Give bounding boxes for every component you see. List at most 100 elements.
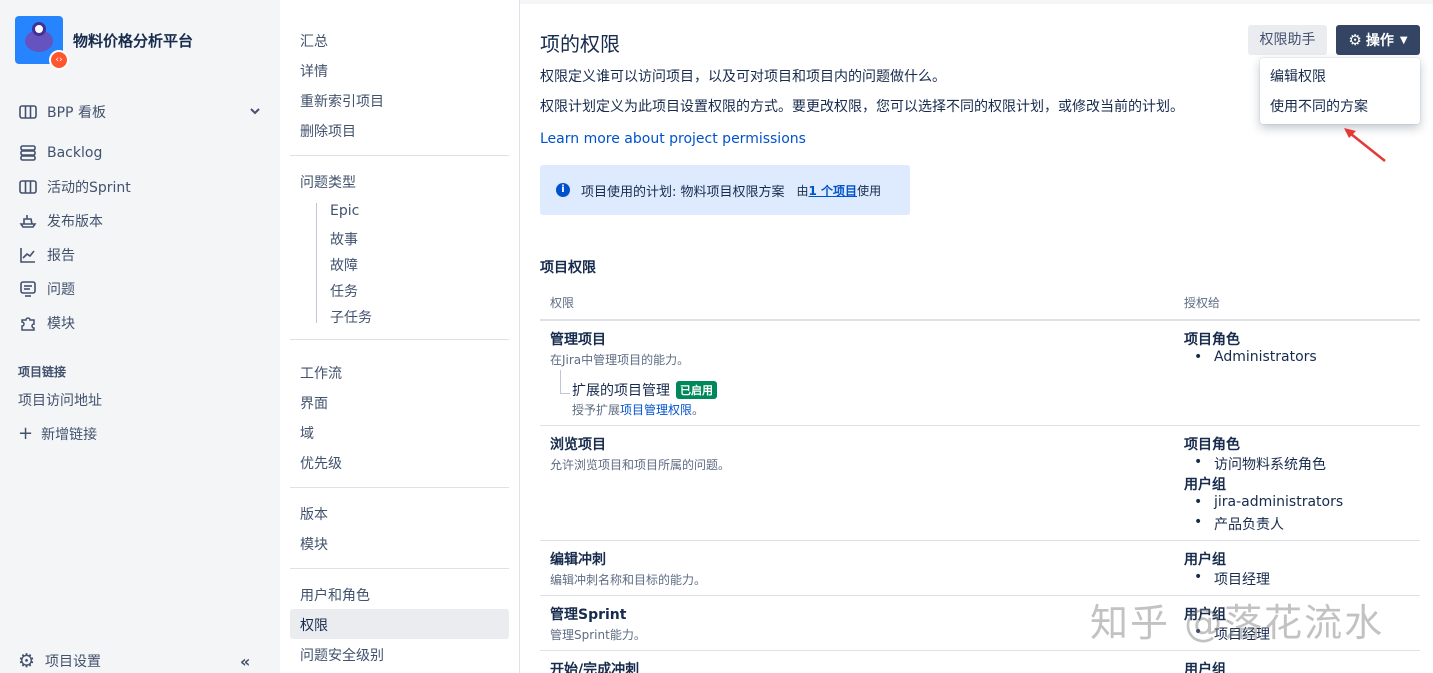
add-link-button[interactable]: + 新增链接: [18, 424, 97, 444]
column-header-granted-to: 授权给: [1184, 296, 1221, 310]
sidebar-item-backlog[interactable]: Backlog: [18, 143, 102, 163]
puzzle-icon: [18, 313, 38, 333]
subnav-item-screens[interactable]: 界面: [300, 393, 328, 413]
gear-icon: ⚙: [1348, 31, 1362, 49]
ship-icon: [18, 211, 38, 231]
info-icon: i: [556, 183, 570, 197]
used-by-prefix: 由: [796, 183, 809, 198]
chart-icon: [18, 245, 38, 265]
extended-admin-label: 扩展的项目管理: [572, 383, 670, 399]
settings-label: 项目设置: [45, 654, 102, 670]
subnav-item-issue-types[interactable]: 问题类型: [300, 172, 356, 192]
grant-item: jira-administrators: [1194, 494, 1343, 510]
actions-button[interactable]: ⚙ 操作 ▼: [1336, 25, 1420, 55]
board-switcher[interactable]: BPP 看板: [18, 102, 106, 122]
chevron-down-icon[interactable]: [248, 104, 262, 118]
menu-item-use-different-scheme[interactable]: 使用不同的方案: [1270, 96, 1368, 116]
grant-type: 项目角色: [1184, 437, 1240, 453]
extended-admin-desc: 授予扩展项目管理权限。: [572, 401, 704, 418]
project-avatar: ‹›: [15, 16, 69, 70]
used-by-text: 由1 个项目使用: [797, 182, 882, 199]
subnav-item-epic[interactable]: Epic: [330, 203, 359, 219]
actions-label: 操作: [1365, 33, 1394, 49]
divider: [290, 487, 509, 488]
gear-icon: ⚙: [18, 650, 36, 672]
grant-type: 用户组: [1184, 477, 1226, 493]
project-settings-link[interactable]: ⚙ 项目设置: [18, 650, 101, 672]
subnav-item-task[interactable]: 任务: [330, 281, 358, 301]
learn-more-link[interactable]: Learn more about project permissions: [540, 131, 806, 147]
project-permissions-heading: 项目权限: [540, 260, 596, 276]
sidebar-item-label: 问题: [47, 282, 75, 298]
eye-icon: [32, 22, 46, 36]
chevron-down-icon: ▼: [1399, 34, 1408, 46]
sidebar-item-label: 发布版本: [47, 214, 103, 230]
settings-subnav: 汇总 详情 重新索引项目 删除项目 问题类型 Epic 故事 故障 任务 子任务…: [280, 0, 520, 673]
collapse-sidebar-icon[interactable]: «: [240, 652, 250, 671]
backlog-icon: [18, 143, 38, 163]
subnav-item-issue-security[interactable]: 问题安全级别: [300, 645, 384, 665]
sidebar-item-label: Backlog: [47, 145, 103, 161]
subnav-item-details[interactable]: 详情: [300, 61, 328, 81]
row-divider: [540, 540, 1420, 541]
permission-name: 编辑冲刺: [550, 552, 606, 568]
subnav-item-subtask[interactable]: 子任务: [330, 307, 372, 327]
permission-name: 管理Sprint: [550, 607, 627, 623]
subnav-item-summary[interactable]: 汇总: [300, 31, 328, 51]
plus-icon: +: [18, 423, 34, 444]
board-icon: [18, 102, 38, 122]
tree-branch: [560, 370, 570, 394]
permission-name: 管理项目: [550, 332, 606, 348]
project-count-link[interactable]: 1 个项目: [809, 184, 858, 198]
subnav-item-bug[interactable]: 故障: [330, 255, 358, 275]
status-badge: 已启用: [676, 381, 717, 399]
subnav-item-story[interactable]: 故事: [330, 229, 358, 249]
subnav-item-users-roles[interactable]: 用户和角色: [300, 585, 370, 605]
add-link-label: 新增链接: [41, 427, 98, 443]
divider: [290, 568, 509, 569]
sidebar-item-label: 报告: [47, 248, 75, 264]
board-label: BPP 看板: [47, 105, 106, 121]
sidebar-item-active-sprint[interactable]: 活动的Sprint: [18, 177, 131, 197]
subnav-item-components[interactable]: 模块: [300, 534, 328, 554]
subnav-item-permissions[interactable]: 权限: [300, 615, 328, 635]
project-admin-permission-link[interactable]: 项目管理权限: [620, 403, 692, 417]
extended-admin: 扩展的项目管理 已启用: [572, 380, 717, 400]
subnav-item-delete[interactable]: 删除项目: [300, 121, 356, 141]
subnav-item-fields[interactable]: 域: [300, 423, 314, 443]
description-1: 权限定义谁可以访问项目，以及可对项目和项目内的问题做什么。: [540, 69, 946, 85]
grant-item: 产品负责人: [1194, 514, 1284, 534]
grant-type: 用户组: [1184, 662, 1226, 673]
actions-dropdown: 编辑权限 使用不同的方案: [1260, 58, 1420, 124]
sidebar-item-issues[interactable]: 问题: [18, 279, 75, 299]
subnav-item-reindex[interactable]: 重新索引项目: [300, 91, 384, 111]
grant-item: 访问物料系统角色: [1194, 454, 1326, 474]
scheme-text: 项目使用的计划: 物料项目权限方案: [581, 184, 785, 200]
ext-desc-prefix: 授予扩展: [572, 403, 621, 417]
grant-type: 项目角色: [1184, 332, 1240, 348]
sprint-board-icon: [18, 177, 38, 197]
page-title: 项的权限: [540, 32, 620, 56]
project-sidebar: ‹› 物料价格分析平台 BPP 看板 Backlog 活动的Sprint 发布版…: [0, 0, 280, 673]
permission-name: 浏览项目: [550, 437, 606, 453]
sidebar-item-reports[interactable]: 报告: [18, 245, 75, 265]
sidebar-item-components[interactable]: 模块: [18, 313, 75, 333]
description-2: 权限计划定义为此项目设置权限的方式。要更改权限，您可以选择不同的权限计划，或修改…: [540, 99, 1184, 115]
subnav-item-versions[interactable]: 版本: [300, 504, 328, 524]
permission-helper-button[interactable]: 权限助手: [1248, 25, 1327, 55]
subnav-item-workflows[interactable]: 工作流: [300, 363, 342, 383]
project-header[interactable]: ‹› 物料价格分析平台: [15, 16, 194, 70]
permission-desc: 编辑冲刺名称和目标的能力。: [550, 573, 707, 587]
project-access-link[interactable]: 项目访问地址: [18, 390, 102, 410]
main-content: 项的权限 权限定义谁可以访问项目，以及可对项目和项目内的问题做什么。 权限计划定…: [540, 0, 1420, 673]
permission-name: 开始/完成冲刺: [550, 662, 640, 673]
issues-icon: [18, 279, 38, 299]
subnav-item-priorities[interactable]: 优先级: [300, 453, 342, 473]
sidebar-item-releases[interactable]: 发布版本: [18, 211, 103, 231]
code-badge-icon: ‹›: [49, 50, 69, 70]
divider: [290, 155, 509, 156]
permission-desc: 管理Sprint能力。: [550, 628, 646, 642]
annotation-arrow-icon: [1344, 128, 1386, 162]
project-name: 物料价格分析平台: [73, 31, 194, 50]
menu-item-edit-permissions[interactable]: 编辑权限: [1270, 66, 1326, 86]
